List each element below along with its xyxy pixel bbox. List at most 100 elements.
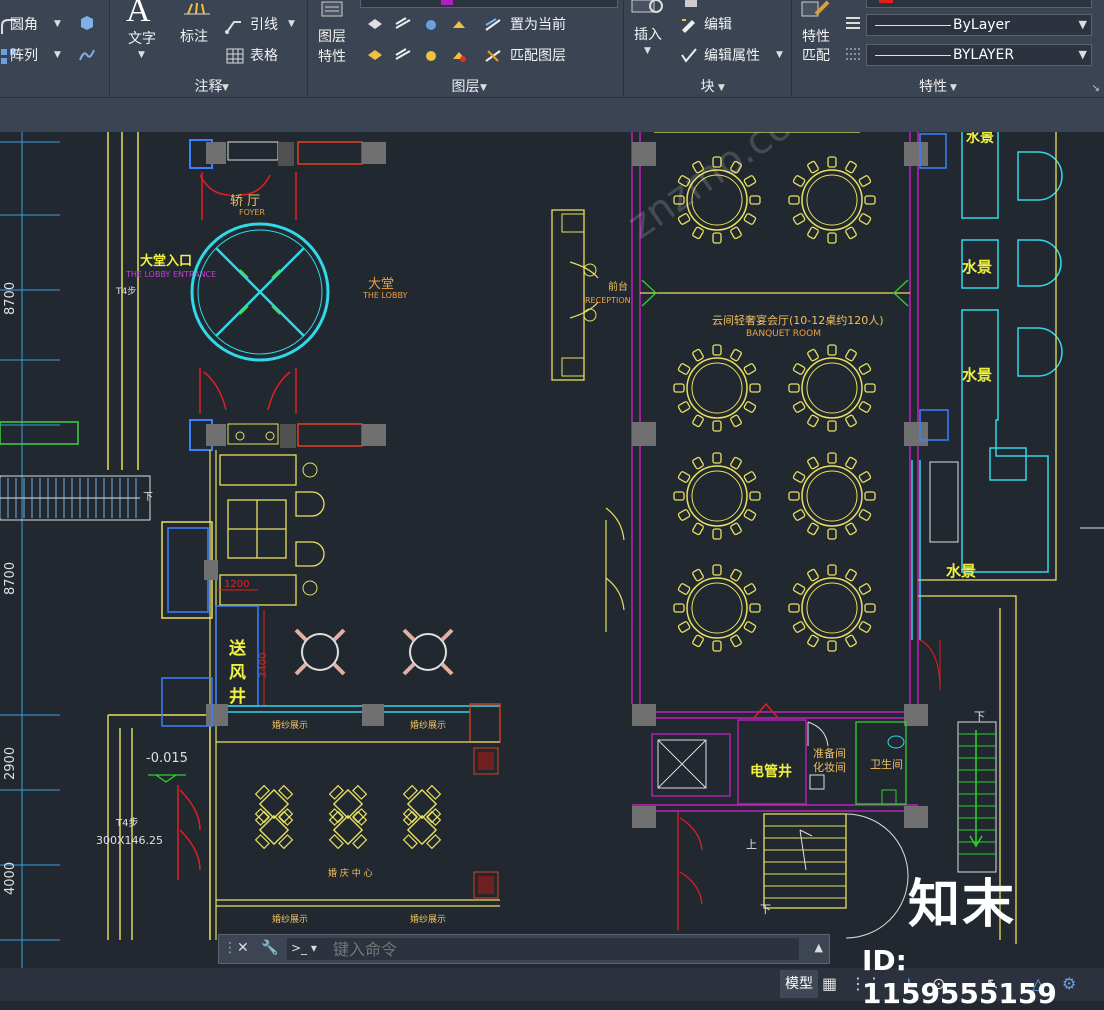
chair [743,509,757,521]
lobby-en-label: THE LOBBY [362,291,408,300]
model-tab[interactable]: 模型 [780,970,818,998]
command-line: ⋮ ✕ 🔧 >_ ▾ ▲ [218,934,830,964]
round-table-inner [691,582,743,634]
insert-button[interactable]: 插入 [634,26,662,44]
chair [712,344,722,356]
lineweight-dropdown[interactable]: BYLAYER ▼ [866,44,1092,66]
color-dropdown[interactable] [866,0,1092,8]
chair [827,564,837,576]
edit-attribute-button[interactable]: 编辑属性 [704,47,760,65]
chair [845,522,857,536]
round-table-top [801,577,863,639]
customize-wrench-icon[interactable]: 🔧 [261,940,278,956]
chair [858,401,872,413]
chair [807,160,819,174]
layer-tool-icon-7[interactable] [422,47,440,65]
layer-tool-icon-4[interactable] [450,16,468,34]
annotation-panel-title[interactable]: 注释 [110,78,307,96]
layer-tool-icon-5[interactable] [366,47,384,65]
text-dropdown-icon[interactable]: ▼ [138,50,145,60]
table-button[interactable]: 表格 [250,47,278,65]
chair [743,583,757,595]
explode-icon[interactable] [78,14,96,32]
layer-tool-icon-3[interactable] [422,16,440,34]
properties-dialog-launcher-icon[interactable]: ↘ [1092,83,1100,94]
chair [858,175,872,187]
properties-panel-title[interactable]: 特性 [762,78,1104,96]
set-current-button[interactable]: 置为当前 [510,16,566,34]
command-grip-icon[interactable]: ⋮ [223,940,237,956]
command-input[interactable] [287,938,799,960]
insert-block-icon [631,0,663,13]
array-button[interactable]: 阵列 [10,47,38,65]
annotation-panel-dropdown-icon[interactable]: ▼ [222,83,229,93]
chair [743,363,757,375]
leader-icon [225,21,241,34]
square-tables [254,784,442,850]
bridal-display-label-3: 婚纱展示 [272,913,308,925]
layer-panel-dropdown-icon[interactable]: ▼ [480,83,487,93]
chair [692,348,704,362]
chair [749,383,761,393]
grid-icon[interactable]: ▦ [822,974,837,993]
chair [730,456,742,470]
water-features [911,132,1104,944]
layer-properties-label-2[interactable]: 特性 [318,48,346,66]
round-table [673,452,761,540]
leader-dropdown-icon[interactable]: ▼ [288,19,295,29]
fillet-dropdown-icon[interactable]: ▼ [54,19,61,29]
edit-attribute-dropdown-icon[interactable]: ▼ [776,50,783,60]
chair [712,528,722,540]
layer-dropdown[interactable] [360,0,618,8]
dimension-icon [184,2,210,15]
layer-tool-icon-1[interactable] [366,16,384,34]
down-label-2: 下 [974,710,985,723]
reception-label: 前台 [608,280,628,293]
layer-properties-label-1[interactable]: 图层 [318,28,346,46]
round-table-inner [806,174,858,226]
reception-en-label: RECEPTION [585,296,631,305]
linetype-value: ByLayer [953,17,1010,33]
dim-label-1: 8700 [3,282,18,315]
bridal-display-label-4: 婚纱展示 [410,913,446,925]
text-button[interactable]: 文字 [128,30,156,48]
bridal-display-label-1: 婚纱展示 [272,719,308,731]
leader-button[interactable]: 引线 [250,16,278,34]
chair [807,414,819,428]
close-icon[interactable]: ✕ [237,940,249,956]
layer-tool-icon-2[interactable] [394,16,412,34]
floor-plan[interactable]: 8700 8700 2900 4000 大堂入口 THE LOBBY ENTRA… [0,132,1104,968]
chair [792,509,806,521]
dim-label-2: 8700 [3,562,18,595]
chair [677,621,691,633]
stretch-icon[interactable] [78,46,96,64]
round-table-top [801,465,863,527]
layer-tool-icon-8[interactable] [450,47,468,65]
insert-dropdown-icon[interactable]: ▼ [644,46,651,56]
array-dropdown-icon[interactable]: ▼ [54,50,61,60]
match-layer-button[interactable]: 匹配图层 [510,47,566,65]
chair [827,156,837,168]
match-properties-label-1[interactable]: 特性 [802,28,830,46]
layer-tool-icon-6[interactable] [394,47,412,65]
chair [845,568,857,582]
chair [788,383,800,393]
command-prompt-icon[interactable]: >_ ▾ [291,941,317,955]
command-history-chevron-icon[interactable]: ▲ [815,941,823,954]
block-create-icon[interactable] [682,0,700,12]
layer-panel-title[interactable]: 图层 [308,78,623,96]
elec-shaft-label: 电管井 [750,763,792,780]
block-panel-dropdown-icon[interactable]: ▼ [718,83,725,93]
block-edit-button[interactable]: 编辑 [704,16,732,34]
properties-panel-dropdown-icon[interactable]: ▼ [950,83,957,93]
drawing-canvas[interactable]: 8700 8700 2900 4000 大堂入口 THE LOBBY ENTRA… [0,132,1104,968]
dimension-button[interactable]: 标注 [180,28,208,46]
chair [792,471,806,483]
chair [845,634,857,648]
linetype-dropdown[interactable]: ByLayer ▼ [866,14,1092,36]
chair [692,226,704,240]
fillet-button[interactable]: 圆角 [10,16,38,34]
chair [677,509,691,521]
match-properties-label-2[interactable]: 匹配 [802,47,830,65]
water-feature-label-top: 水景 [966,132,994,146]
